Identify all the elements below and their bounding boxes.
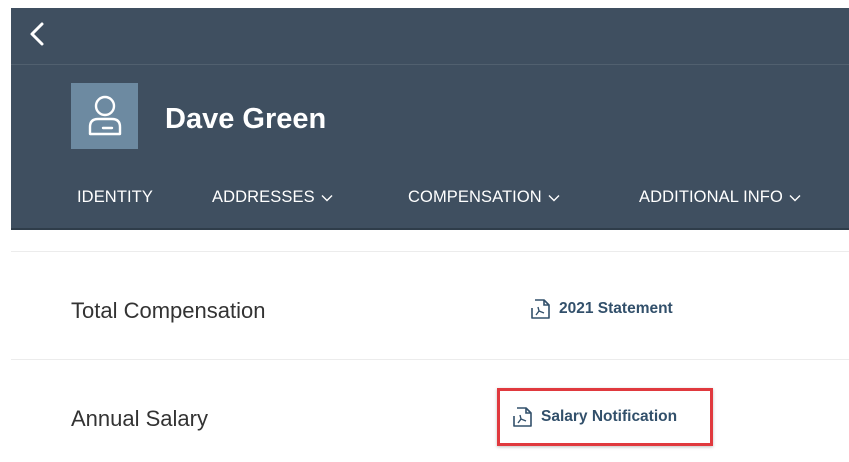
tab-label: IDENTITY xyxy=(77,188,153,206)
link-label: 2021 Statement xyxy=(559,300,673,317)
chevron-down-icon xyxy=(789,194,801,201)
pdf-document-icon xyxy=(531,299,550,319)
section-tabs: IDENTITY ADDRESSES COMPENSATION ADDITION… xyxy=(11,178,849,218)
app-window: Dave Green IDENTITY ADDRESSES COMPENSATI… xyxy=(11,8,849,462)
highlight-annotation xyxy=(497,388,713,446)
total-compensation-row: Total Compensation 2021 Statement xyxy=(11,252,849,360)
tab-compensation[interactable]: COMPENSATION xyxy=(408,188,560,207)
avatar xyxy=(71,83,138,149)
tab-identity[interactable]: IDENTITY xyxy=(77,188,153,207)
shell-bar xyxy=(11,8,849,64)
annual-salary-row: Annual Salary Salary Notification xyxy=(11,360,849,462)
tab-additional-info[interactable]: ADDITIONAL INFO xyxy=(639,188,801,207)
row-label: Total Compensation xyxy=(71,298,266,323)
statement-link[interactable]: 2021 Statement xyxy=(529,298,673,320)
chevron-down-icon xyxy=(321,194,333,201)
person-icon xyxy=(88,95,121,136)
employee-header: Dave Green IDENTITY ADDRESSES COMPENSATI… xyxy=(11,65,849,228)
tab-label: COMPENSATION xyxy=(408,188,542,206)
chevron-down-icon xyxy=(548,194,560,201)
tab-label: ADDITIONAL INFO xyxy=(639,188,783,206)
row-label: Annual Salary xyxy=(71,406,208,431)
tab-addresses[interactable]: ADDRESSES xyxy=(212,188,333,207)
content-top-spacer xyxy=(11,230,849,252)
tab-label: ADDRESSES xyxy=(212,188,315,206)
back-icon[interactable] xyxy=(25,20,49,48)
employee-name: Dave Green xyxy=(165,103,327,135)
